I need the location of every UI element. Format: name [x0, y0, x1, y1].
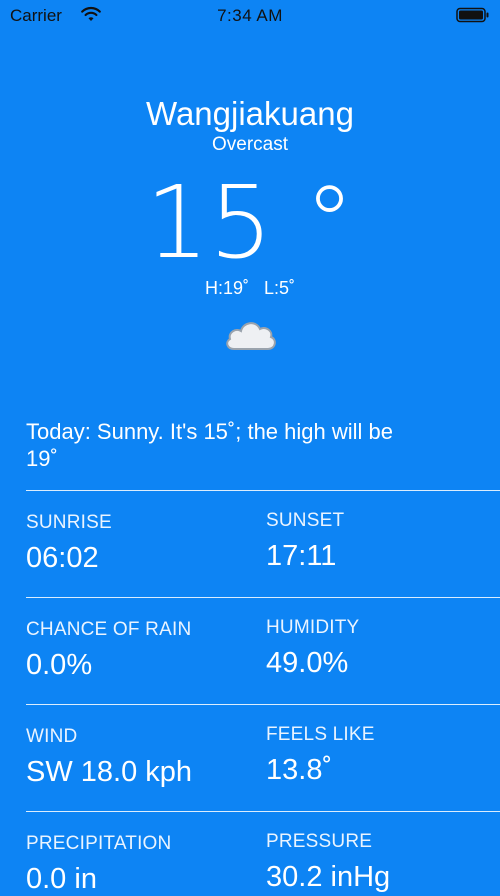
current-temperature: 15 °: [145, 164, 355, 281]
feels-like-label: FEELS LIKE: [266, 724, 375, 745]
precipitation-label: PRECIPITATION: [26, 833, 172, 854]
sunrise-label: SUNRISE: [26, 512, 112, 533]
sunset-cell: SUNSET 17:11: [266, 510, 344, 573]
precipitation-value: 0.0 in: [26, 863, 97, 895]
wind-value: SW 18.0 kph: [26, 756, 193, 788]
humidity-cell: HUMIDITY 49.0%: [266, 617, 359, 680]
pressure-cell: PRESSURE 30.2 inHg: [266, 831, 390, 894]
divider: [26, 597, 500, 598]
cloud-icon: [226, 322, 276, 350]
sunset-label: SUNSET: [266, 510, 345, 531]
divider: [26, 811, 500, 812]
feels-like-value: 13.8˚: [266, 754, 333, 786]
status-bar: Carrier 7:34 AM: [0, 0, 500, 32]
daily-summary: Today: Sunny. It's 15˚; the high will be…: [26, 419, 393, 471]
feels-like-cell: FEELS LIKE 13.8˚: [266, 724, 375, 787]
condition-label: Overcast: [211, 134, 289, 155]
divider: [26, 490, 500, 491]
pressure-label: PRESSURE: [266, 831, 373, 852]
high-low: H:19˚ L:5˚: [0, 278, 500, 299]
pressure-value: 30.2 inHg: [266, 861, 391, 893]
low-temp: L:5˚: [264, 278, 296, 298]
chance-of-rain-cell: CHANCE OF RAIN 0.0%: [26, 619, 191, 682]
wind-cell: WIND SW 18.0 kph: [26, 726, 192, 789]
sunset-value: 17:11: [266, 540, 337, 572]
wind-label: WIND: [26, 726, 78, 747]
status-time: 7:34 AM: [217, 6, 283, 25]
city-name: Wangjiakuang: [146, 95, 354, 132]
high-temp: H:19˚: [204, 278, 249, 298]
humidity-value: 49.0%: [266, 647, 349, 679]
sunrise-cell: SUNRISE 06:02: [26, 512, 112, 575]
chance-of-rain-value: 0.0%: [26, 649, 93, 681]
battery-icon: [456, 7, 489, 23]
sunrise-value: 06:02: [26, 542, 99, 574]
divider: [26, 704, 500, 705]
chance-of-rain-label: CHANCE OF RAIN: [26, 619, 192, 640]
humidity-label: HUMIDITY: [266, 617, 360, 638]
